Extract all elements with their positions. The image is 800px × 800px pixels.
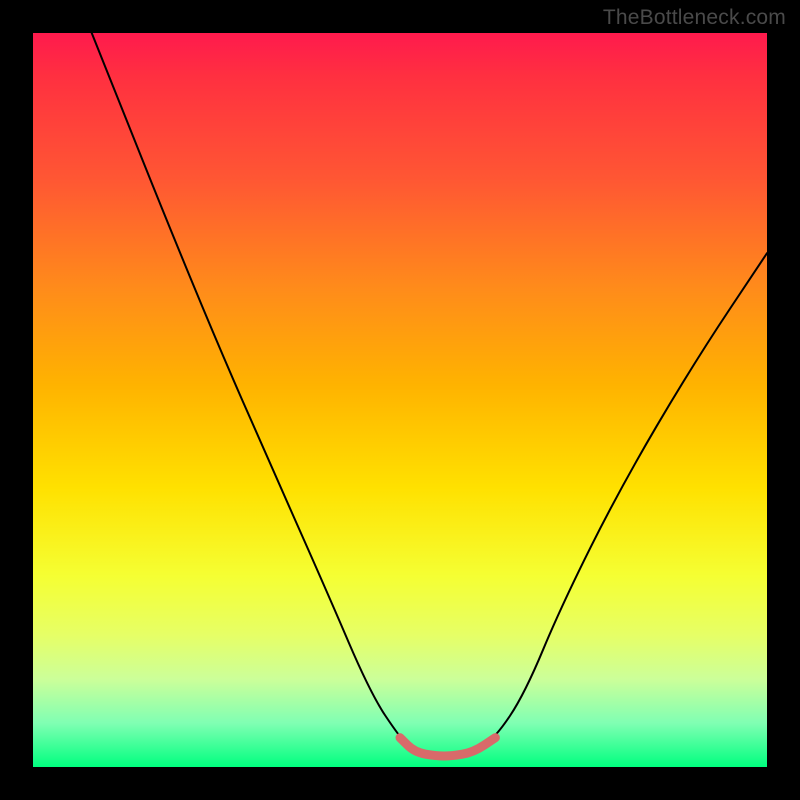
watermark-text: TheBottleneck.com [603,6,786,30]
bottleneck-curve [92,33,767,756]
plot-area [33,33,767,767]
chart-frame: TheBottleneck.com [0,0,800,800]
curve-svg [33,33,767,767]
highlight-segment [400,738,495,756]
